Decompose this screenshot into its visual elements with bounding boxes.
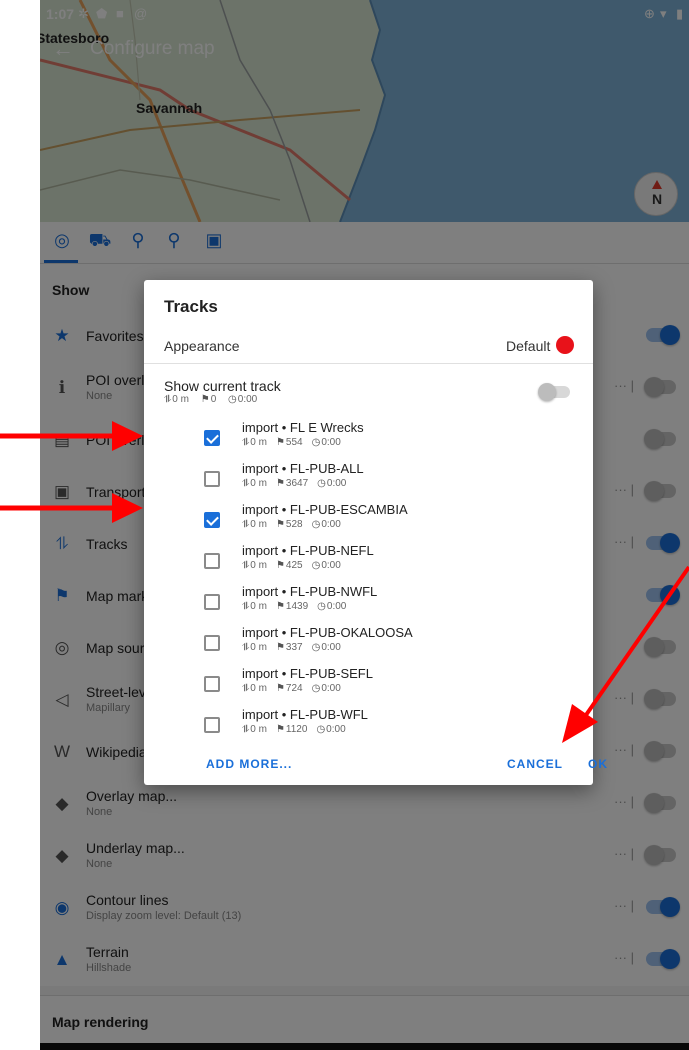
annotation-arrow	[0, 493, 143, 523]
annotation-arrow	[562, 565, 689, 743]
annotation-arrows	[0, 421, 689, 743]
annotation-arrow	[0, 421, 143, 451]
